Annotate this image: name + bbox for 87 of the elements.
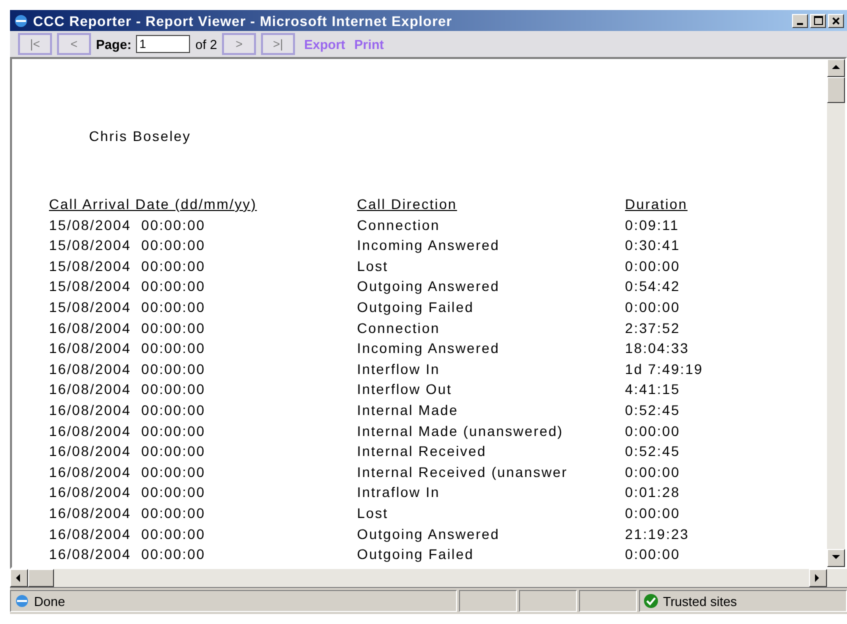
table-cell-text: 16/08/2004 00:00:00	[49, 400, 206, 420]
window-title: CCC Reporter - Report Viewer - Microsoft Internet Explorer	[33, 12, 454, 28]
table-cell-text: 0:52:45	[625, 442, 682, 462]
status-text: Done	[34, 594, 66, 608]
first-page-button[interactable]: |<	[18, 33, 52, 55]
table-cell-text: Outgoing Answered	[357, 277, 501, 296]
scroll-down-button[interactable]	[827, 549, 845, 567]
maximize-button[interactable]	[810, 14, 826, 28]
table-cell-text: Interflow In	[357, 360, 441, 379]
table-cell-text: 16/08/2004 00:00:00	[49, 318, 206, 338]
last-page-button[interactable]: >|	[261, 33, 296, 55]
horizontal-scrollbar[interactable]	[10, 569, 847, 588]
table-cell-text: 21:19:23	[625, 524, 690, 544]
table-cell-text: 15/08/2004 00:00:00	[49, 298, 206, 317]
table-cell-text: 16/08/2004 00:00:00	[49, 339, 206, 358]
table-cell-text: 0:00:00	[625, 462, 682, 482]
table-cell-text: 0:00:00	[625, 504, 682, 523]
vertical-scrollbar[interactable]	[827, 59, 845, 567]
minimize-icon	[797, 22, 803, 24]
table-cell-text: 16/08/2004 00:00:00	[49, 442, 206, 462]
table-cell-text: Outgoing Failed	[357, 545, 475, 564]
agent-name: Chris Boseley	[89, 128, 192, 144]
table-cell-text: 16/08/2004 00:00:00	[49, 422, 206, 441]
table-cell-text: 0:00:00	[625, 256, 682, 276]
maximize-icon	[814, 16, 822, 25]
table-cell-text: 0:54:42	[625, 277, 682, 296]
table-cell-text: 16/08/2004 00:00:00	[49, 524, 206, 544]
security-zone: Trusted sites	[663, 594, 737, 608]
scroll-thumb[interactable]	[827, 77, 845, 103]
table-cell-text: 16/08/2004 00:00:00	[49, 504, 206, 523]
table-cell-text: 0:52:45	[625, 400, 682, 420]
table-cell-text: Internal Received (unanswer	[357, 462, 569, 482]
column-header: Call Arrival Date (dd/mm/yy)	[49, 195, 258, 214]
status-panel	[579, 590, 637, 612]
status-panel	[519, 590, 577, 612]
table-cell-text: 16/08/2004 00:00:00	[49, 360, 206, 379]
table-cell-text: Internal Made	[357, 400, 460, 420]
table-cell-text: 15/08/2004 00:00:00	[49, 216, 206, 235]
table-cell-text: Incoming Answered	[357, 339, 501, 358]
close-button[interactable]	[828, 14, 844, 28]
table-cell-text: Internal Made (unanswered)	[357, 422, 564, 441]
table-cell-text: 0:00:00	[625, 422, 682, 441]
column-header: Duration	[625, 195, 689, 214]
table-cell-text: 16/08/2004 00:00:00	[49, 380, 206, 400]
close-icon	[832, 16, 840, 24]
table-cell-text: 1d 7:49:19	[625, 360, 704, 379]
table-cell-text: 4:41:15	[625, 380, 682, 400]
scroll-left-button[interactable]	[10, 569, 28, 587]
check-icon	[643, 593, 659, 609]
table-cell-text: 16/08/2004 00:00:00	[49, 462, 206, 482]
table-cell-text: 0:01:28	[625, 483, 682, 502]
status-panel	[459, 590, 517, 612]
next-page-button[interactable]: >	[222, 33, 256, 55]
table-cell-text: Intraflow In	[357, 483, 441, 502]
scroll-up-button[interactable]	[827, 59, 845, 77]
table-cell-text: Outgoing Failed	[357, 298, 475, 317]
table-cell-text: 0:00:00	[625, 545, 682, 564]
scroll-thumb[interactable]	[28, 569, 54, 587]
table-cell-text: 15/08/2004 00:00:00	[49, 256, 206, 276]
table-cell-text: Connection	[357, 318, 441, 338]
toolbar-link[interactable]: Print	[354, 36, 384, 52]
table-cell-text: Incoming Answered	[357, 236, 501, 256]
browser-logo-icon	[13, 12, 29, 28]
table-cell-text: 15/08/2004 00:00:00	[49, 236, 206, 256]
table-cell-text: Outgoing Answered	[357, 524, 501, 544]
page-count: of 2	[195, 36, 218, 52]
table-cell-text: 0:09:11	[625, 216, 680, 235]
table-cell-text: Lost	[357, 504, 390, 523]
table-cell-text: Internal Received	[357, 442, 488, 462]
table-cell-text: 0:00:00	[625, 298, 682, 317]
column-header: Call Direction	[357, 195, 458, 214]
table-cell-text: 2:37:52	[625, 318, 682, 338]
page-icon	[14, 593, 30, 609]
table-cell-text: Lost	[357, 256, 390, 276]
page-label: Page:	[96, 36, 132, 52]
toolbar-link[interactable]: Export	[304, 36, 346, 52]
table-cell-text: 18:04:33	[625, 339, 690, 358]
table-cell-text: 16/08/2004 00:00:00	[49, 483, 206, 502]
scroll-right-button[interactable]	[809, 569, 827, 587]
minimize-button[interactable]	[792, 14, 808, 28]
previous-page-button[interactable]: <	[57, 33, 91, 55]
table-cell-text: 0:30:41	[625, 236, 682, 256]
table-cell-text: 15/08/2004 00:00:00	[49, 277, 206, 296]
table-cell-text: Connection	[357, 216, 441, 235]
table-cell-text: 16/08/2004 00:00:00	[49, 545, 206, 564]
page-input[interactable]: 1	[136, 35, 190, 53]
table-cell-text: Interflow Out	[357, 380, 453, 400]
